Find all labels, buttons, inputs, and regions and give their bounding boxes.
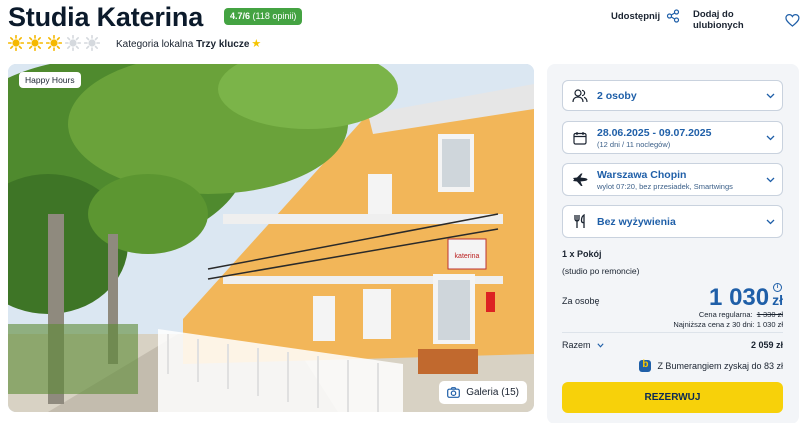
calendar-icon <box>573 131 587 145</box>
sun-icon-empty <box>84 35 100 51</box>
departure-details: wylot 07:20, bez przesiadek, Smartwings <box>597 181 733 191</box>
total-value: 2 059 zł <box>750 340 783 350</box>
sun-icon-filled <box>27 35 43 51</box>
hotel-photo[interactable]: katerina Happy Hours Galeria (15) <box>8 64 534 412</box>
favorites-label: Dodaj do ulubionych <box>693 9 744 31</box>
total-label: Razem <box>562 340 591 350</box>
gallery-label: Galeria (15) <box>466 387 519 398</box>
regular-price-value: 1 330 zł <box>756 310 783 319</box>
category-prefix: Kategoria lokalna <box>116 39 194 50</box>
rating-count: (118 opinii) <box>252 11 297 21</box>
info-icon[interactable]: i <box>773 283 782 292</box>
share-button[interactable]: Udostępnij <box>611 9 680 23</box>
sun-icon-filled <box>8 35 24 51</box>
board-select[interactable]: Bez wyżywienia <box>562 205 783 238</box>
price-currency: zł <box>772 292 783 308</box>
happy-hours-badge: Happy Hours <box>19 72 81 88</box>
regular-price-label: Cena regularna: <box>698 310 753 319</box>
add-to-favorites-button[interactable]: Dodaj do ulubionych <box>693 9 800 31</box>
sun-icon-filled <box>46 35 62 51</box>
sun-rating <box>8 35 100 51</box>
chevron-down-icon <box>766 93 774 98</box>
room-count: 1 x Pokój <box>562 249 602 259</box>
airplane-icon <box>573 173 588 186</box>
chevron-down-icon <box>596 342 604 348</box>
regular-price: Cena regularna: 1 330 zł <box>699 310 783 319</box>
share-label: Udostępnij <box>611 10 661 22</box>
camera-icon <box>447 387 461 398</box>
divider <box>562 332 783 333</box>
local-category: Kategoria lokalna Trzy klucze ★ <box>116 37 261 50</box>
departure-select[interactable]: Warszawa Chopin wylot 07:20, bez przesia… <box>562 163 783 196</box>
board-value: Bez wyżywienia <box>597 215 676 228</box>
category-value: Trzy klucze <box>196 39 250 50</box>
share-icon <box>666 9 680 23</box>
bumerang-text: Z Bumerangiem zyskaj do 83 zł <box>657 361 783 371</box>
lowest-price-30-days: Najniższa cena z 30 dni: 1 030 zł <box>673 320 783 329</box>
per-person-label: Za osobę <box>562 296 600 306</box>
chevron-down-icon <box>766 177 774 182</box>
cutlery-icon <box>574 214 585 228</box>
svg-text:katerina: katerina <box>455 253 480 260</box>
sun-icon-empty <box>65 35 81 51</box>
gallery-button[interactable]: Galeria (15) <box>439 381 527 404</box>
star-icon: ★ <box>251 38 262 50</box>
total-toggle[interactable]: Razem <box>562 340 604 350</box>
hotel-title: Studia Katerina <box>8 2 204 32</box>
price-per-person: 1 030 zł <box>709 284 783 312</box>
booking-panel: 2 osoby 28.06.2025 - 09.07.2025 (12 dni … <box>547 64 799 423</box>
chevron-down-icon <box>766 135 774 140</box>
price-value: 1 030 <box>709 284 770 311</box>
hotel-photo-image: katerina <box>8 64 534 412</box>
dates-select[interactable]: 28.06.2025 - 09.07.2025 (12 dni / 11 noc… <box>562 121 783 154</box>
bumerang-logo-icon <box>639 359 652 372</box>
people-icon <box>572 88 588 102</box>
dates-value: 28.06.2025 - 09.07.2025 <box>597 126 712 139</box>
rating-badge[interactable]: 4.7/6 (118 opinii) <box>224 8 303 25</box>
room-note: (studio po remoncie) <box>562 266 640 276</box>
persons-value: 2 osoby <box>597 89 637 102</box>
departure-value: Warszawa Chopin <box>597 168 687 181</box>
dates-duration: (12 dni / 11 noclegów) <box>597 139 671 149</box>
bumerang-promo: Z Bumerangiem zyskaj do 83 zł <box>639 359 783 372</box>
rating-score: 4.7/6 <box>230 11 251 21</box>
heart-icon <box>785 13 800 27</box>
room-count-value: 1 x Pokój <box>562 249 602 259</box>
persons-select[interactable]: 2 osoby <box>562 80 783 111</box>
reserve-button[interactable]: REZERWUJ <box>562 382 783 413</box>
chevron-down-icon <box>766 219 774 224</box>
